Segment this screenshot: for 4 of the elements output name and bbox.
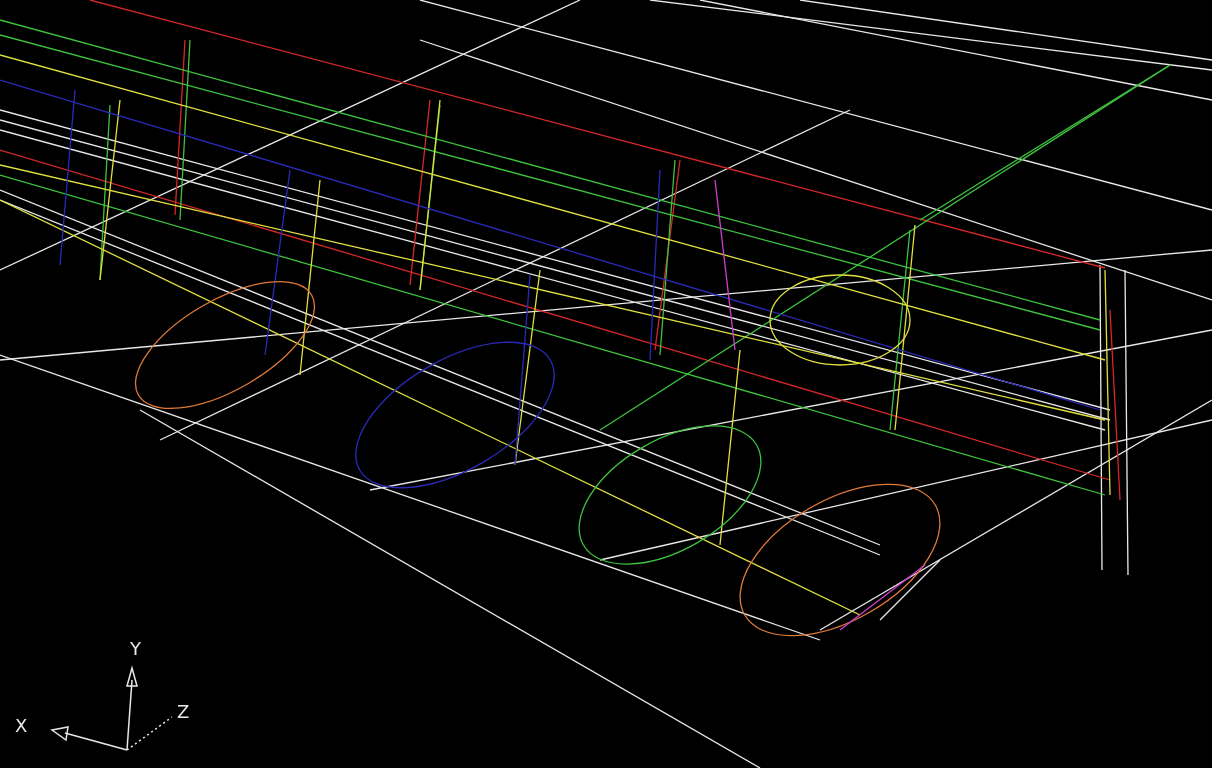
axis-label: Y [130, 638, 141, 659]
ucs-axis-icon [50, 665, 173, 751]
axis-label: X [15, 715, 28, 736]
axis-label: Z [177, 701, 190, 722]
